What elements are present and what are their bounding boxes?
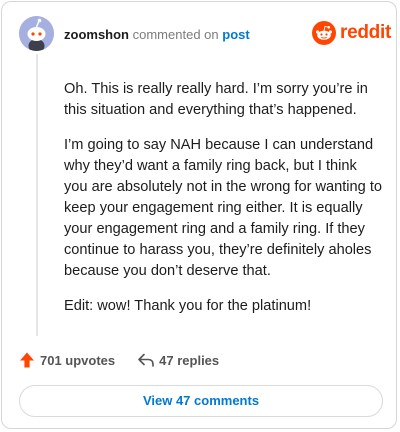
comment-paragraph: I’m going to say NAH because I can under…	[64, 137, 383, 279]
avatar[interactable]	[19, 16, 54, 51]
upvote-arrow-icon	[20, 352, 34, 368]
thread-line	[36, 54, 38, 336]
reddit-logo[interactable]: reddit	[312, 21, 391, 45]
reply-arrow-icon	[138, 353, 154, 367]
reply-count: 47 replies	[159, 352, 220, 368]
upvote-count: 701 upvotes	[40, 352, 116, 368]
snoo-avatar-icon	[19, 16, 54, 51]
upvote-button[interactable]: 701 upvotes	[18, 351, 115, 369]
reddit-wordmark: reddit	[340, 22, 391, 43]
comment-action-text: commented on	[132, 27, 219, 42]
reddit-alien-icon	[312, 21, 336, 45]
comment-actions: 701 upvotes 47 replies	[18, 351, 219, 369]
comment-card: zoomshon commented on post reddit Oh. Th…	[1, 1, 397, 429]
view-comments-button[interactable]: View 47 comments	[19, 385, 383, 417]
post-link[interactable]: post	[222, 27, 249, 42]
comment-header: zoomshon commented on post	[64, 27, 250, 42]
comment-paragraph: Edit: wow! Thank you for the platinum!	[64, 298, 312, 314]
comment-paragraph: Oh. This is really really hard. I’m sorr…	[64, 81, 368, 118]
username-link[interactable]: zoomshon	[64, 27, 129, 42]
comment-body: Oh. This is really really hard. I’m sorr…	[64, 79, 384, 331]
replies-button[interactable]: 47 replies	[137, 352, 219, 368]
